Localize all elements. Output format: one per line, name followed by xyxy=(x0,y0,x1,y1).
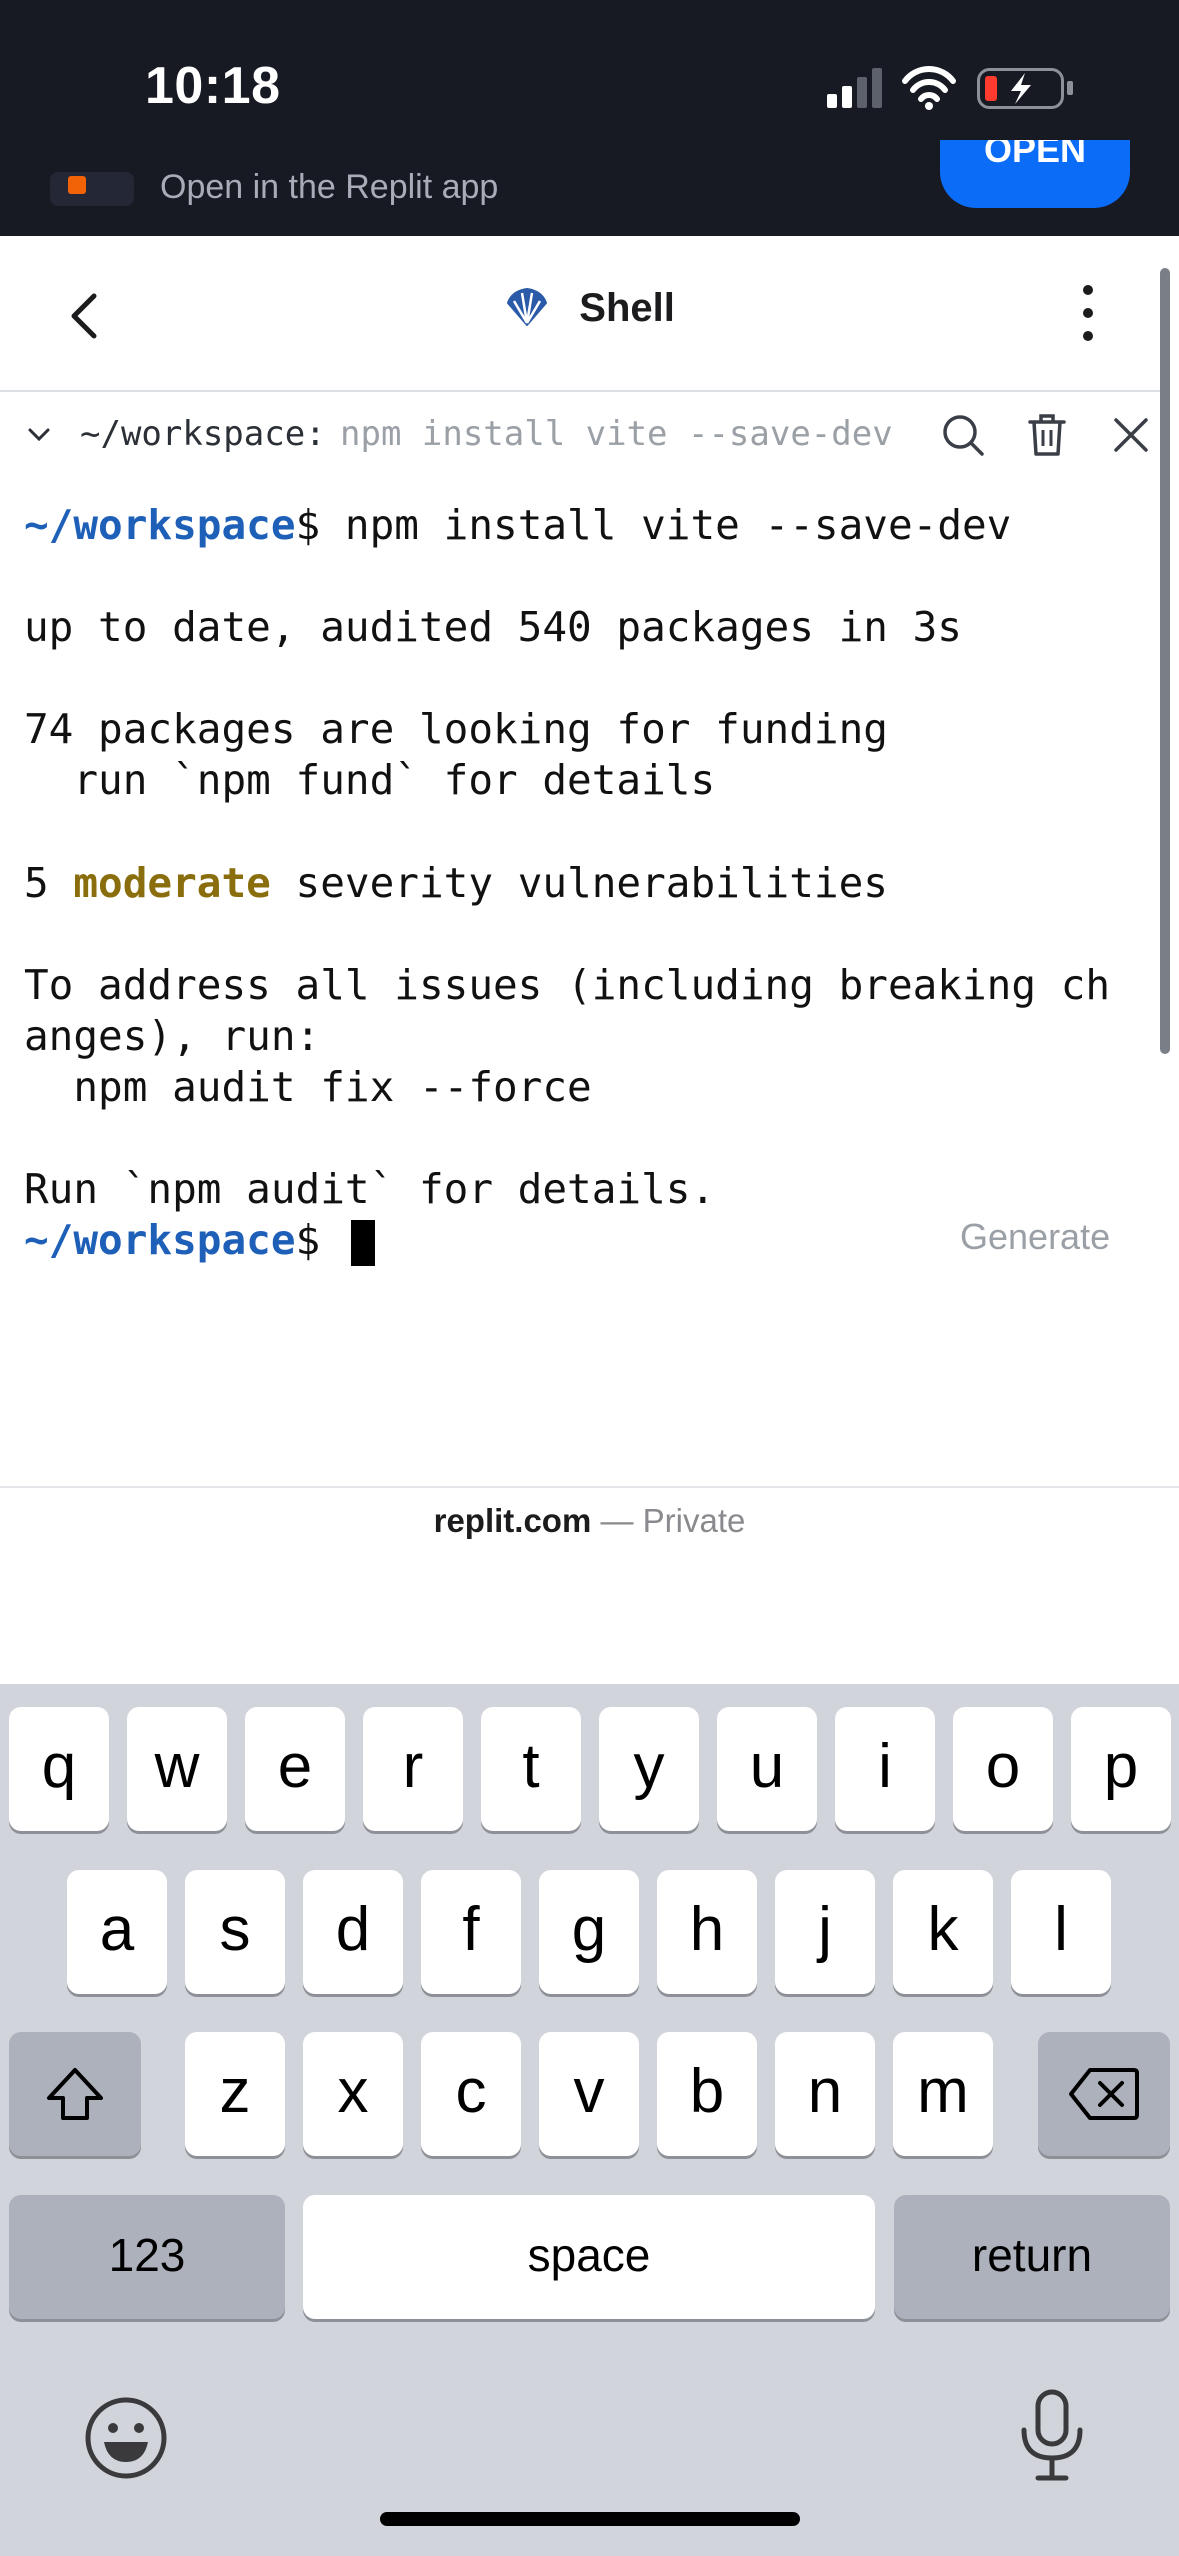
shift-arrow-icon xyxy=(47,2068,103,2120)
delete-key[interactable] xyxy=(1038,2032,1170,2156)
terminal-scrollbar[interactable] xyxy=(1160,268,1170,1054)
key-o[interactable]: o xyxy=(953,1707,1053,1831)
app-header: Shell xyxy=(0,236,1179,390)
shell-tab-bar: ~/workspace: npm install vite --save-dev xyxy=(0,390,1162,478)
key-u[interactable]: u xyxy=(717,1707,817,1831)
address-domain: replit.com xyxy=(433,1502,592,1539)
terminal-output[interactable]: ~/workspace$ npm install vite --save-dev… xyxy=(0,476,1162,1486)
key-f[interactable]: f xyxy=(421,1870,521,1994)
key-v[interactable]: v xyxy=(539,2032,639,2156)
key-r[interactable]: r xyxy=(363,1707,463,1831)
terminal-line: 74 packages are looking for funding xyxy=(24,705,888,753)
terminal-line: up to date, audited 540 packages in 3s xyxy=(24,603,962,651)
terminal-line: npm audit fix --force xyxy=(24,1063,592,1111)
privacy-label: Private xyxy=(642,1502,746,1539)
backspace-icon xyxy=(1069,2068,1139,2120)
key-b[interactable]: b xyxy=(657,2032,757,2156)
shell-path: ~/workspace: xyxy=(80,414,326,454)
shell-running-command: npm install vite --save-dev xyxy=(340,414,893,454)
status-time: 10:18 xyxy=(145,57,281,115)
generate-button[interactable]: Generate xyxy=(960,1216,1110,1258)
key-x[interactable]: x xyxy=(303,2032,403,2156)
key-a[interactable]: a xyxy=(67,1870,167,1994)
key-y[interactable]: y xyxy=(599,1707,699,1831)
search-icon[interactable] xyxy=(940,412,986,458)
terminal-line: To address all issues (including breakin… xyxy=(24,961,1111,1009)
key-d[interactable]: d xyxy=(303,1870,403,1994)
key-h[interactable]: h xyxy=(657,1870,757,1994)
browser-address-bar[interactable]: replit.com — Private xyxy=(0,1486,1179,1686)
status-icons xyxy=(827,66,1079,110)
banner-text[interactable]: Open in the Replit app xyxy=(160,168,498,207)
terminal-line: run `npm fund` for details xyxy=(24,756,716,804)
key-g[interactable]: g xyxy=(539,1870,639,1994)
shift-key[interactable] xyxy=(9,2032,141,2156)
open-app-button[interactable]: OPEN xyxy=(940,140,1130,208)
key-l[interactable]: l xyxy=(1011,1870,1111,1994)
key-e[interactable]: e xyxy=(245,1707,345,1831)
key-k[interactable]: k xyxy=(893,1870,993,1994)
terminal-line: anges), run: xyxy=(24,1012,321,1060)
close-icon[interactable] xyxy=(1108,412,1154,458)
terminal-prompt-line[interactable]: ~/workspace$ xyxy=(24,1215,375,1266)
kebab-menu-icon xyxy=(1083,285,1093,341)
key-c[interactable]: c xyxy=(421,2032,521,2156)
space-key[interactable]: space xyxy=(303,2195,875,2319)
key-i[interactable]: i xyxy=(835,1707,935,1831)
terminal-line: ~/workspace$ npm install vite --save-dev xyxy=(24,501,1012,549)
shell-icon xyxy=(507,288,548,327)
key-z[interactable]: z xyxy=(185,2032,285,2156)
battery-charging-icon xyxy=(977,68,1073,109)
cellular-signal-icon xyxy=(827,68,882,108)
key-m[interactable]: m xyxy=(893,2032,993,2156)
numbers-key[interactable]: 123 xyxy=(9,2195,285,2319)
terminal-line: Run `npm audit` for details. xyxy=(24,1165,716,1213)
more-options-button[interactable] xyxy=(1070,280,1106,346)
wifi-icon xyxy=(902,66,956,110)
severity-moderate: moderate xyxy=(73,859,271,907)
text-cursor xyxy=(350,1220,375,1266)
chevron-down-icon[interactable] xyxy=(24,420,54,450)
key-j[interactable]: j xyxy=(775,1870,875,1994)
emoji-icon[interactable] xyxy=(82,2394,170,2482)
terminal-line: 5 moderate severity vulnerabilities xyxy=(24,859,888,907)
status-and-banner: 10:18 Open in the Replit app OPEN xyxy=(0,0,1179,236)
key-p[interactable]: p xyxy=(1071,1707,1171,1831)
replit-logo xyxy=(50,172,134,206)
key-s[interactable]: s xyxy=(185,1870,285,1994)
key-t[interactable]: t xyxy=(481,1707,581,1831)
trash-icon[interactable] xyxy=(1024,412,1070,458)
header-title: Shell xyxy=(579,285,675,330)
key-q[interactable]: q xyxy=(9,1707,109,1831)
microphone-icon[interactable] xyxy=(1012,2388,1092,2484)
key-w[interactable]: w xyxy=(127,1707,227,1831)
home-indicator[interactable] xyxy=(380,2512,800,2526)
key-n[interactable]: n xyxy=(775,2032,875,2156)
page-title: Shell xyxy=(0,284,1179,331)
return-key[interactable]: return xyxy=(894,2195,1170,2319)
